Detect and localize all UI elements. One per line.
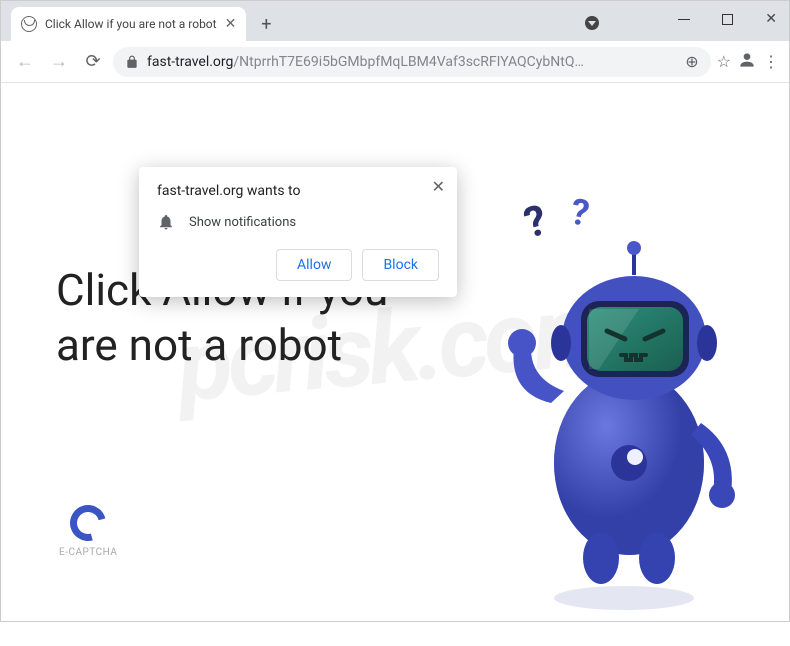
star-icon[interactable]: ☆ [717, 52, 731, 71]
globe-icon [21, 16, 37, 32]
address-bar[interactable]: fast-travel.org/NtprrhT7E69i5bGMbpfMqLBM… [113, 47, 711, 77]
minimize-icon[interactable] [678, 19, 690, 20]
profile-icon[interactable] [737, 50, 757, 74]
maximize-icon[interactable] [722, 14, 733, 25]
tab-bar: Click Allow if you are not a robot ✕ + [1, 1, 789, 41]
svg-text:?: ? [567, 193, 592, 235]
block-button[interactable]: Block [362, 249, 439, 281]
tab-close-icon[interactable]: ✕ [225, 16, 237, 32]
incognito-icon [585, 16, 599, 30]
toolbar: ← → ⟳ fast-travel.org/NtprrhT7E69i5bGMbp… [1, 41, 789, 83]
permission-label: Show notifications [189, 215, 296, 230]
robot-illustration: ? ? [489, 193, 759, 613]
dialog-buttons: Allow Block [157, 249, 439, 281]
notification-permission-dialog: ✕ fast-travel.org wants to Show notifica… [139, 167, 457, 297]
url-text: fast-travel.org/NtprrhT7E69i5bGMbpfMqLBM… [147, 54, 677, 70]
search-icon[interactable]: ⊕ [685, 52, 698, 71]
svg-text:?: ? [519, 196, 552, 249]
dialog-title: fast-travel.org wants to [157, 183, 439, 199]
forward-button[interactable]: → [45, 48, 73, 76]
captcha-logo: E-CAPTCHA [59, 505, 117, 558]
tab-title: Click Allow if you are not a robot [45, 17, 217, 31]
window-close-icon[interactable]: ✕ [765, 11, 777, 27]
back-button[interactable]: ← [11, 48, 39, 76]
browser-tab[interactable]: Click Allow if you are not a robot ✕ [11, 7, 246, 41]
captcha-c-icon [64, 498, 113, 547]
menu-icon[interactable]: ⋮ [763, 52, 779, 71]
new-tab-button[interactable]: + [252, 10, 280, 38]
allow-button[interactable]: Allow [276, 249, 352, 281]
page-content: pcrisk.com ✕ fast-travel.org wants to Sh… [1, 83, 789, 613]
permission-row: Show notifications [157, 213, 439, 231]
reload-button[interactable]: ⟳ [79, 48, 107, 76]
dialog-close-icon[interactable]: ✕ [432, 177, 445, 196]
captcha-label: E-CAPTCHA [59, 547, 117, 558]
lock-icon [125, 55, 139, 69]
bell-icon [157, 213, 175, 231]
window-controls: ✕ [678, 11, 777, 27]
